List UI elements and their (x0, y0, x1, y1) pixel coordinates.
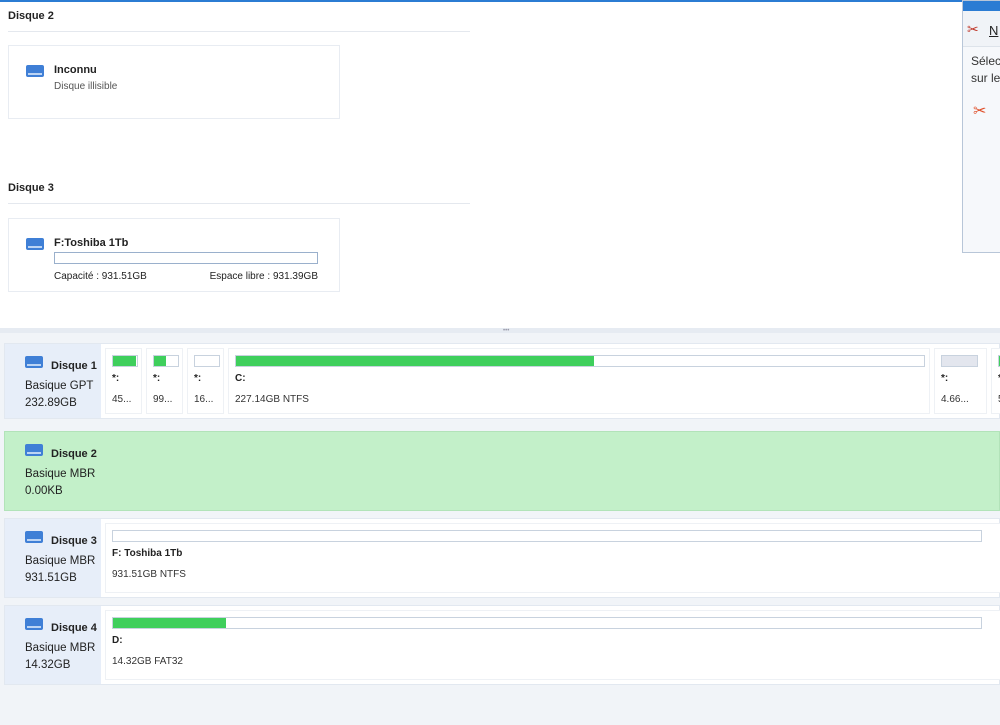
disk-info: Basique MBR 14.32GB (25, 640, 95, 674)
partition-size: 227.14GB NTFS (235, 394, 309, 405)
disk-icon (25, 444, 43, 456)
partition-usage-bar (235, 355, 925, 367)
section-title: Disque 2 (8, 10, 54, 22)
usage-bar (54, 252, 318, 264)
disk-info: Basique GPT 232.89GB (25, 378, 93, 412)
card-sub: Disque illisible (54, 81, 118, 92)
partition[interactable]: D: 14.32GB FAT32 (105, 610, 1000, 680)
partition-size: 16... (194, 394, 214, 405)
disk-row[interactable]: Disque 3 Basique MBR 931.51GB F: Toshiba … (4, 518, 1000, 598)
disk-label[interactable]: Disque 2 Basique MBR 0.00KB (5, 432, 101, 510)
new-button[interactable]: N (989, 23, 998, 38)
disk-info: Basique MBR 0.00KB (25, 466, 95, 500)
disk-name: Disque 2 (51, 448, 97, 460)
disk-card-unknown[interactable]: Inconnu Disque illisible (8, 45, 340, 119)
disk-row[interactable]: Disque 2 Basique MBR 0.00KB (4, 431, 1000, 511)
disk-detail-panel: Disque 2 Inconnu Disque illisible Disque… (0, 2, 1000, 328)
disk-icon (26, 238, 44, 250)
partition-usage-bar (112, 617, 982, 629)
partition[interactable]: *: 16... (187, 348, 224, 414)
disk-name: Disque 4 (51, 622, 97, 634)
disk-name: Disque 1 (51, 360, 97, 372)
popup-text-line: sur le (971, 71, 1000, 85)
partition-size: 99... (153, 394, 173, 405)
popup-toolbar: ✂ N (963, 11, 1000, 47)
free-space-label: Espace libre : 931.39GB (209, 271, 318, 282)
partition-label: F: Toshiba 1Tb (112, 548, 183, 559)
disk-icon (26, 65, 44, 77)
partition-label: *: (941, 373, 949, 384)
partition-size: 45... (112, 394, 132, 405)
partition-size: 4.66... (941, 394, 969, 405)
popup-window: ✂ N Sélec sur le ✂ (962, 0, 1000, 253)
partition-usage-bar (153, 355, 179, 367)
partition-usage-bar (194, 355, 220, 367)
partition-label: *: (153, 373, 161, 384)
disk-size: 931.51GB (25, 572, 77, 584)
partition-usage-bar (112, 355, 138, 367)
disk-map: Disque 1 Basique GPT 232.89GB *: 45... *:… (0, 333, 1000, 725)
popup-titlebar[interactable] (963, 1, 1000, 11)
disk-size: 0.00KB (25, 485, 63, 497)
partition[interactable]: *: 4.66... (934, 348, 987, 414)
partition-card-f[interactable]: F:Toshiba 1Tb Capacité : 931.51GB Espace… (8, 218, 340, 292)
disk-info: Basique MBR 931.51GB (25, 553, 95, 587)
partition-label: *: (194, 373, 202, 384)
partition-size: 931.51GB NTFS (112, 569, 186, 580)
disk-type: Basique MBR (25, 468, 96, 480)
partition-usage-fill (236, 356, 594, 366)
disk-icon (25, 531, 43, 543)
divider (8, 203, 470, 204)
disk-icon (25, 356, 43, 368)
section-title: Disque 3 (8, 182, 54, 194)
disk-label[interactable]: Disque 3 Basique MBR 931.51GB (5, 519, 101, 597)
partition[interactable]: C: 227.14GB NTFS (228, 348, 930, 414)
popup-text-line: Sélec (971, 54, 1000, 68)
disk-size: 14.32GB (25, 659, 71, 671)
popup-text: Sélec sur le (971, 53, 1000, 87)
disk-icon (25, 618, 43, 630)
partition[interactable]: *: 99... (146, 348, 183, 414)
partition[interactable]: * 5 (991, 348, 1000, 414)
partition-usage-bar (941, 355, 978, 367)
partition-label: D: (112, 635, 123, 646)
disk-name: Disque 3 (51, 535, 97, 547)
disk-type: Basique MBR (25, 555, 96, 567)
disk-label[interactable]: Disque 1 Basique GPT 232.89GB (5, 344, 101, 418)
partition[interactable]: *: 45... (105, 348, 142, 414)
disk-label[interactable]: Disque 4 Basique MBR 14.32GB (5, 606, 101, 684)
partition-usage-fill (113, 356, 136, 366)
divider (8, 31, 470, 32)
partition-size: 14.32GB FAT32 (112, 656, 183, 667)
card-name: Inconnu (54, 64, 97, 76)
partition-usage-bar (112, 530, 982, 542)
card-name: F:Toshiba 1Tb (54, 237, 129, 249)
disk-row[interactable]: Disque 1 Basique GPT 232.89GB *: 45... *:… (4, 343, 1000, 419)
partition-usage-fill (154, 356, 166, 366)
scissors-icon: ✂ (967, 21, 979, 37)
partition-label: *: (112, 373, 120, 384)
partition-usage-fill (113, 618, 226, 628)
capacity-label: Capacité : 931.51GB (54, 271, 147, 282)
disk-row[interactable]: Disque 4 Basique MBR 14.32GB D: 14.32GB F… (4, 605, 1000, 685)
disk-type: Basique MBR (25, 642, 96, 654)
disk-type: Basique GPT (25, 380, 94, 392)
partition[interactable]: F: Toshiba 1Tb 931.51GB NTFS (105, 523, 1000, 593)
snip-tool-icon: ✂ (973, 103, 987, 120)
disk-size: 232.89GB (25, 397, 77, 409)
partition-label: C: (235, 373, 246, 384)
